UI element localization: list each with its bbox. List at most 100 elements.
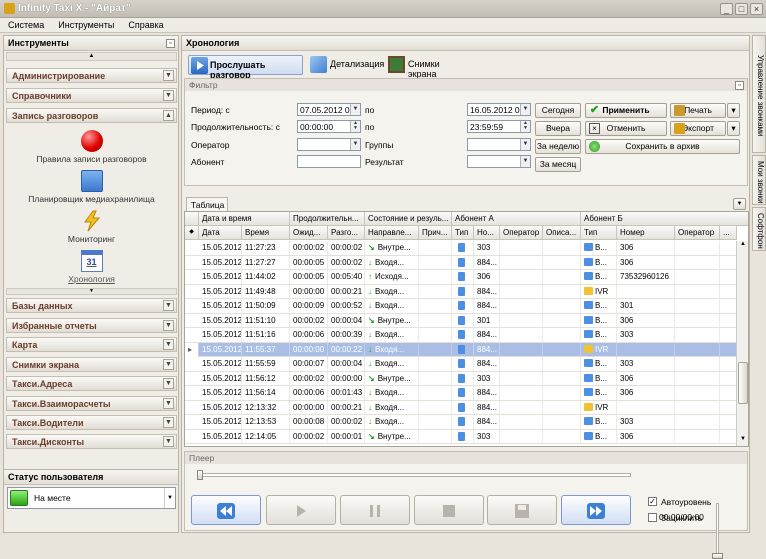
- fast-forward-button[interactable]: [561, 495, 631, 525]
- volume-slider[interactable]: [716, 503, 719, 558]
- screenshots-button[interactable]: Снимки экрана: [388, 55, 468, 79]
- duration-to-input[interactable]: 23:59:59 ▲ ▼: [467, 120, 531, 133]
- scroll-thumb[interactable]: [738, 362, 748, 404]
- scroll-up-button[interactable]: ▲: [6, 52, 177, 61]
- table-row[interactable]: 15.05.2012 11:51:10 00:00:02 00:00:04 ↘ Внутр…: [185, 313, 737, 328]
- scroll-up-icon[interactable]: ▲: [738, 241, 748, 251]
- save-archive-button[interactable]: Сохранить в архив: [585, 139, 740, 154]
- col-desc-a[interactable]: Описа...: [543, 226, 581, 240]
- table-row[interactable]: 15.05.2012 12:13:53 00:00:08 00:00:02 ↓ Входя…: [185, 415, 737, 430]
- col-number-b[interactable]: Номер: [617, 226, 675, 240]
- scroll-down-button[interactable]: ▼: [6, 288, 177, 295]
- tool-monitoring[interactable]: Мониторинг: [6, 210, 177, 244]
- tool-media-scheduler[interactable]: Планировщик медиахранилища: [6, 170, 177, 204]
- result-select[interactable]: ▼: [467, 155, 531, 168]
- maximize-button[interactable]: □: [735, 3, 748, 15]
- section-taxi-discounts[interactable]: Такси.Дисконты ▼: [6, 434, 177, 449]
- col-talk[interactable]: Разго...: [328, 226, 365, 240]
- table-row[interactable]: 15.05.2012 11:56:12 00:00:02 00:00:00 ↘ Внутр…: [185, 371, 737, 386]
- pause-button[interactable]: [340, 495, 410, 525]
- loop-checkbox[interactable]: [648, 513, 657, 522]
- section-taxi-settlements[interactable]: Такси.Взаиморасчеты ▼: [6, 396, 177, 411]
- table-row[interactable]: 15.05.2012 11:51:16 00:00:06 00:00:39 ↓ Входя…: [185, 328, 737, 343]
- scroll-down-icon[interactable]: ▼: [738, 436, 748, 446]
- table-row[interactable]: 15.05.2012 11:44:02 00:00:05 00:05:40 ↑ Исход…: [185, 270, 737, 285]
- section-references[interactable]: Справочники ▼: [6, 88, 177, 103]
- col-direction[interactable]: Направле...: [365, 226, 419, 240]
- close-button[interactable]: ×: [750, 3, 763, 15]
- col-time[interactable]: Время: [242, 226, 290, 240]
- col-operator-b[interactable]: Оператор: [675, 226, 720, 240]
- col-number-a[interactable]: Но...: [474, 226, 500, 240]
- groups-select[interactable]: ▼: [467, 138, 531, 151]
- section-favorite-reports[interactable]: Избранные отчеты ▼: [6, 318, 177, 333]
- apply-button[interactable]: ✔ Применить: [585, 103, 667, 118]
- abonent-input[interactable]: [297, 155, 361, 168]
- table-row[interactable]: 15.05.2012 11:55:59 00:00:07 00:00:04 ↓ Входя…: [185, 357, 737, 372]
- tool-chronology[interactable]: 31 Хронология: [6, 250, 177, 284]
- table-row[interactable]: 15.05.2012 11:56:14 00:00:06 00:01:43 ↓ Входя…: [185, 386, 737, 401]
- play-button[interactable]: [266, 495, 336, 525]
- tool-recording-rules[interactable]: Правила записи разговоров: [6, 130, 177, 164]
- col-operator-a[interactable]: Оператор: [500, 226, 543, 240]
- week-button[interactable]: За неделю: [535, 139, 581, 154]
- table-row[interactable]: 15.05.2012 12:14:05 00:00:02 00:00:01 ↘ Внутр…: [185, 429, 737, 444]
- stop-button[interactable]: [414, 495, 484, 525]
- col-wait[interactable]: Ожид...: [290, 226, 328, 240]
- pin-icon[interactable]: ▫: [735, 81, 744, 90]
- position-slider[interactable]: [197, 473, 631, 477]
- tab-softphone[interactable]: Софтфон: [752, 207, 766, 251]
- tab-table[interactable]: Таблица: [186, 197, 228, 211]
- section-taxi-addresses[interactable]: Такси.Адреса ▼: [6, 376, 177, 391]
- rewind-button[interactable]: [191, 495, 261, 525]
- section-map[interactable]: Карта ▼: [6, 337, 177, 352]
- section-administration[interactable]: Администрирование ▼: [6, 68, 177, 83]
- tab-call-management[interactable]: Управление звонками: [752, 35, 766, 153]
- table-row[interactable]: 15.05.2012 11:27:23 00:00:02 00:00:02 ↘ Внутр…: [185, 241, 737, 256]
- export-button[interactable]: Экспорт: [670, 121, 726, 136]
- pin-icon[interactable]: ▫: [166, 39, 175, 48]
- details-button[interactable]: Детализация: [310, 55, 384, 75]
- print-menu-button[interactable]: ▾: [727, 103, 740, 118]
- menu-system[interactable]: Система: [0, 18, 50, 30]
- table-row[interactable]: ▸ 15.05.2012 11:55:37 00:00:00 00:00:22 ↓ Вход…: [185, 342, 737, 357]
- status-select[interactable]: На месте ▼: [7, 487, 176, 509]
- section-screenshots[interactable]: Снимки экрана ▼: [6, 357, 177, 372]
- save-record-button[interactable]: [487, 495, 557, 525]
- table-cell: [452, 342, 474, 357]
- section-taxi-drivers[interactable]: Такси.Водители ▼: [6, 415, 177, 430]
- table-scrollbar[interactable]: ▲ ▼: [736, 241, 748, 446]
- yesterday-button[interactable]: Вчера: [535, 121, 581, 136]
- today-button[interactable]: Сегодня: [535, 103, 581, 118]
- table-row[interactable]: 15.05.2012 11:49:48 00:00:00 00:00:21 ↓ Входя…: [185, 284, 737, 299]
- table-menu-button[interactable]: ▼: [733, 198, 746, 210]
- print-button[interactable]: Печать: [670, 103, 726, 118]
- col-type-a[interactable]: Тип: [452, 226, 474, 240]
- section-databases[interactable]: Базы данных ▼: [6, 298, 177, 313]
- table-row[interactable]: 15.05.2012 12:13:32 00:00:00 00:00:21 ↓ Входя…: [185, 400, 737, 415]
- phone-type-icon: [584, 257, 593, 266]
- operator-select[interactable]: ▼: [297, 138, 361, 151]
- direction-text: Исходя...: [375, 272, 409, 281]
- minimize-button[interactable]: _: [720, 3, 733, 15]
- export-menu-button[interactable]: ▾: [727, 121, 740, 136]
- period-to-input[interactable]: 16.05.2012 0: ▼: [467, 103, 531, 116]
- table-row[interactable]: 15.05.2012 11:50:09 00:00:09 00:00:52 ↓ Входя…: [185, 299, 737, 314]
- volume-slider-thumb[interactable]: [712, 553, 723, 559]
- period-from-input[interactable]: 07.05.2012 0: ▼: [297, 103, 361, 116]
- listen-call-button[interactable]: Прослушать разговор: [188, 55, 303, 80]
- cancel-button[interactable]: × Отменить: [585, 121, 667, 136]
- col-date[interactable]: Дата: [199, 226, 242, 240]
- duration-from-input[interactable]: 00:00:00 ▲ ▼: [297, 120, 361, 133]
- section-call-recording[interactable]: Запись разговоров ▲: [6, 108, 177, 123]
- auto-level-checkbox[interactable]: ✓: [648, 497, 657, 506]
- menu-tools[interactable]: Инструменты: [50, 18, 120, 30]
- col-more[interactable]: ...: [720, 226, 737, 240]
- col-reason[interactable]: Прич...: [419, 226, 452, 240]
- month-button[interactable]: За месяц: [535, 157, 581, 172]
- position-slider-thumb[interactable]: [197, 470, 203, 480]
- tab-my-calls[interactable]: Мои звонки: [752, 155, 766, 205]
- table-row[interactable]: 15.05.2012 11:27:27 00:00:05 00:00:02 ↓ Входя…: [185, 255, 737, 270]
- col-type-b[interactable]: Тип: [581, 226, 617, 240]
- menu-help[interactable]: Справка: [120, 18, 169, 30]
